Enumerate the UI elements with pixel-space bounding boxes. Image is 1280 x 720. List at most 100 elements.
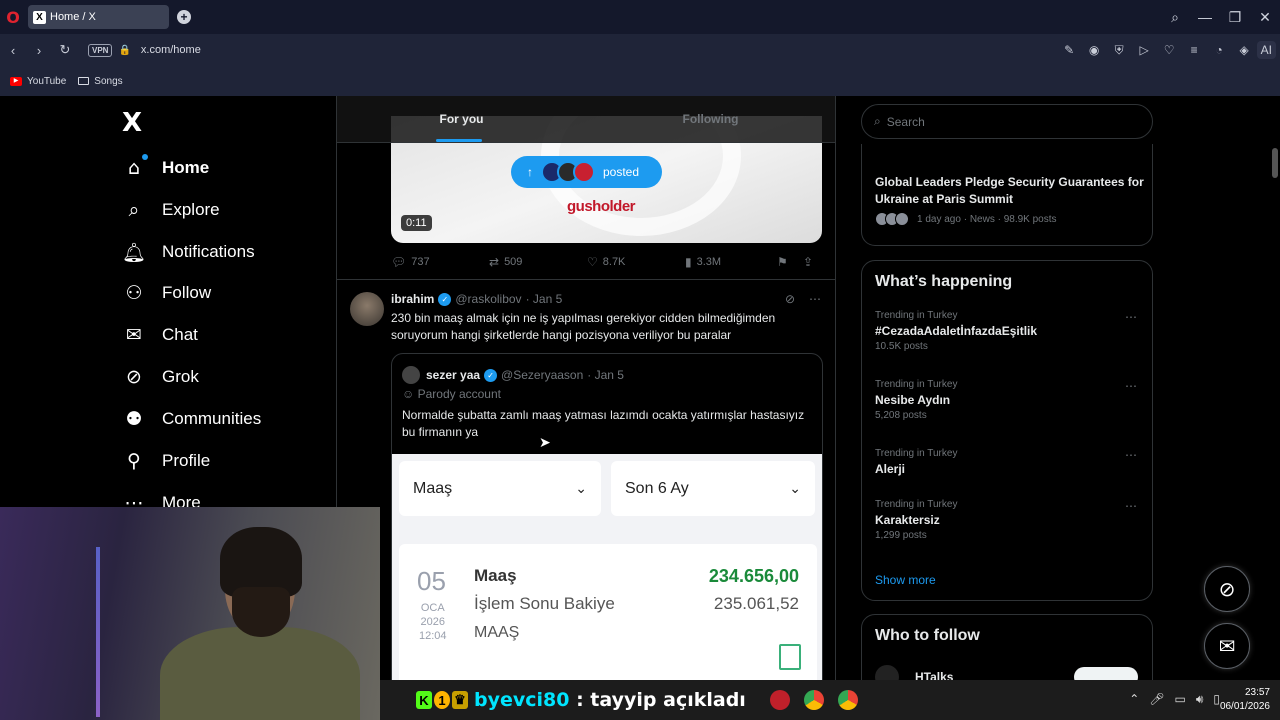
youtube-icon: ▶ <box>10 76 22 86</box>
tab-following[interactable]: Following <box>586 96 835 142</box>
nav-communities[interactable]: ⚉ Communities <box>122 404 261 434</box>
menu-icon[interactable]: ≡ <box>1182 43 1207 57</box>
brand-logo-text: gusholder <box>567 198 636 215</box>
grok-fab[interactable]: ⊘ <box>1204 566 1250 612</box>
avatar <box>402 366 420 384</box>
account-icon[interactable]: ◔ <box>1207 43 1232 57</box>
opera-logo[interactable]: O <box>0 0 26 34</box>
nav-profile[interactable]: ⚲ Profile <box>122 446 210 476</box>
more-icon[interactable]: ⋯ <box>1125 310 1137 324</box>
trend-context: Trending in Turkey <box>875 379 958 390</box>
cube-icon[interactable]: ◈ <box>1232 43 1257 57</box>
chrome-taskbar-icon[interactable] <box>838 690 858 710</box>
reply-button[interactable]: 💬︎ 737 <box>391 255 489 269</box>
share-button[interactable]: ⇪ <box>803 255 818 269</box>
x-favicon-icon: X <box>33 10 46 24</box>
ai-button[interactable]: AI <box>1256 41 1276 59</box>
verified-icon: ✓ <box>484 368 498 382</box>
news-meta-text: 1 day ago · News · 98.9K posts <box>917 213 1057 225</box>
transaction-subtitle: İşlem Sonu Bakiye <box>474 594 615 613</box>
opera-taskbar-icon[interactable] <box>770 690 790 710</box>
shield-icon[interactable]: ⛨ <box>1107 43 1132 58</box>
heart-icon[interactable]: ♡ <box>1157 43 1182 57</box>
forward-icon[interactable]: › <box>26 43 52 58</box>
nav-label: Notifications <box>162 242 255 261</box>
nav-notifications[interactable]: 🔔︎ Notifications <box>122 237 255 267</box>
chevron-up-icon[interactable]: ⌃ <box>1129 692 1139 707</box>
url-field[interactable]: x.com/home <box>141 44 201 56</box>
show-more-link[interactable]: Show more <box>875 573 936 587</box>
share-icon: ⇪ <box>803 255 814 269</box>
lock-icon[interactable]: 🔒 <box>118 45 130 56</box>
feed-tabs: For you Following <box>337 96 835 143</box>
tab-for-you[interactable]: For you <box>337 96 586 142</box>
nav-label: Communities <box>162 409 262 428</box>
search-tabs-icon[interactable]: ⌕ <box>1160 9 1190 26</box>
display-icon[interactable]: ▭ <box>1174 692 1185 707</box>
vpn-badge[interactable]: VPN <box>88 43 113 57</box>
repost-button[interactable]: ⇄ 509 <box>489 255 587 269</box>
clock[interactable]: 23:57 06/01/2026 <box>1220 686 1270 714</box>
transaction-amount: 234.656,00 <box>708 566 799 586</box>
player-icon[interactable]: ▷ <box>1132 43 1157 57</box>
taskbar: K 1 ♛ byevci80 : tayyip açıkladı ⌃ 🎤︎ ▭ … <box>380 680 1280 720</box>
new-posts-pill[interactable]: ↑ posted <box>511 156 662 188</box>
messages-fab[interactable]: ✉ <box>1204 623 1250 669</box>
nav-label: Home <box>162 158 210 177</box>
nav-follow[interactable]: ⚇ Follow <box>122 278 211 308</box>
nav-grok[interactable]: ⊘ Grok <box>122 362 199 392</box>
reload-icon[interactable]: ↻ <box>52 42 78 58</box>
more-icon[interactable]: ⋯ <box>1125 379 1137 393</box>
browser-tab[interactable]: X Home / X <box>28 5 169 29</box>
trend-item[interactable]: Trending in Turkey Nesibe Aydın 5,208 po… <box>875 379 1145 421</box>
like-button[interactable]: ♡ 8.7K <box>587 255 685 269</box>
x-logo[interactable]: X <box>122 108 142 138</box>
news-title[interactable]: Global Leaders Pledge Security Guarantee… <box>875 174 1145 208</box>
back-icon[interactable]: ‹ <box>0 43 26 58</box>
trend-name: Nesibe Aydın <box>875 393 951 407</box>
quoted-post[interactable]: sezer yaa ✓ @Sezeryaason · Jan 5 ☺ Parod… <box>391 353 823 720</box>
trend-item[interactable]: Trending in Turkey Karaktersiz 1,299 pos… <box>875 499 1145 541</box>
minimize-icon[interactable]: — <box>1190 9 1220 25</box>
nav-explore[interactable]: ⌕ Explore <box>122 195 220 225</box>
author-name[interactable]: ibrahim <box>391 292 434 306</box>
nav-label: Chat <box>162 325 198 344</box>
post-date[interactable]: · Jan 5 <box>526 292 563 306</box>
bookmark-button[interactable]: ⚑ <box>777 255 803 269</box>
edit-icon[interactable]: ✎ <box>1057 43 1082 57</box>
scrollbar[interactable] <box>1272 100 1278 714</box>
volume-icon[interactable]: 🔊︎ <box>1196 692 1204 707</box>
mic-icon[interactable]: 🎤︎ <box>1149 692 1164 707</box>
maximize-icon[interactable]: ❐ <box>1220 9 1250 26</box>
document-icon <box>779 644 801 670</box>
post-actions: 💬︎ 737 ⇄ 509 ♡ 8.7K ▮ 3.3M ⚑ ⇪ <box>391 252 823 272</box>
profile-icon: ⚲ <box>127 450 141 472</box>
scroll-thumb[interactable] <box>1272 148 1278 178</box>
nav-home[interactable]: ⌂ Home <box>122 153 209 183</box>
transaction-desc: MAAŞ <box>474 624 520 641</box>
new-tab-button[interactable]: + <box>177 10 191 24</box>
bookmark-label: YouTube <box>27 75 67 87</box>
quote-text: Normalde şubatta zamlı maaş yatması lazı… <box>402 408 805 439</box>
camera-icon[interactable]: ◉ <box>1082 43 1107 57</box>
bookmark-youtube[interactable]: ▶ YouTube <box>10 76 66 87</box>
mail-icon: ✉ <box>126 324 142 346</box>
search-input[interactable]: ⌕ Search <box>861 104 1153 139</box>
system-tray: ⌃ 🎤︎ ▭ 🔊︎ ▯ <box>1129 692 1220 707</box>
trend-item[interactable]: Trending in Turkey #CezadaAdaletİnfazdaE… <box>875 310 1145 352</box>
views-button[interactable]: ▮ 3.3M <box>685 255 777 269</box>
more-icon[interactable]: ⋯ <box>1125 448 1137 462</box>
chrome-taskbar-icon[interactable] <box>804 690 824 710</box>
trend-item[interactable]: Trending in Turkey Alerji ⋯ <box>875 448 1145 476</box>
trend-context: Trending in Turkey <box>875 499 958 510</box>
grok-icon[interactable]: ⊘ <box>785 292 795 306</box>
more-icon[interactable]: ⋯ <box>1125 499 1137 513</box>
more-icon[interactable]: ⋯ <box>809 292 821 306</box>
bookmark-songs[interactable]: Songs <box>78 76 123 87</box>
trend-count: 5,208 posts <box>875 410 927 421</box>
nav-chat[interactable]: ✉ Chat <box>122 320 198 350</box>
avatar[interactable] <box>350 292 384 326</box>
close-icon[interactable]: ✕ <box>1250 9 1280 26</box>
author-handle[interactable]: @raskolibov <box>455 292 521 306</box>
parody-label: ☺ Parody account <box>402 387 501 401</box>
